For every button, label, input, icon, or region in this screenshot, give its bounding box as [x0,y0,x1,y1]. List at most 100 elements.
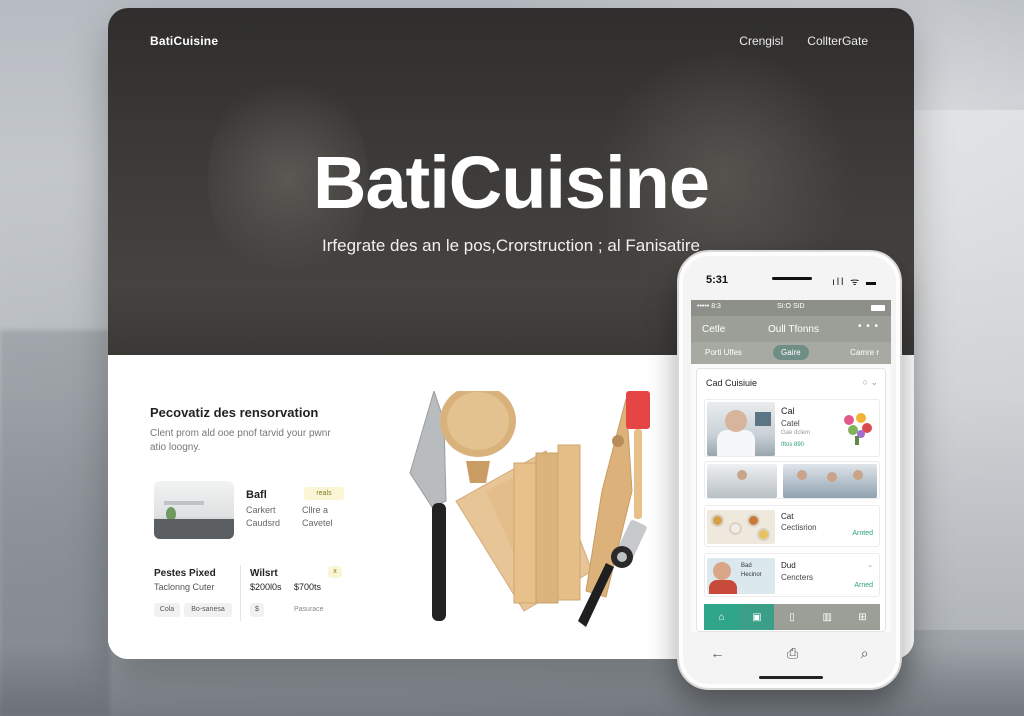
phone-nav-bar: ← ⎙ ⌕ [679,636,900,670]
hero-title: BatiCuisine [312,141,710,224]
feature-text: Cavetel [302,518,333,528]
price-title: Pestes Pixed [154,568,216,579]
chip-button[interactable]: Bo-sanesa [184,603,232,617]
list-item[interactable] [704,461,880,499]
item-status: Iftos 890 [781,442,805,448]
back-icon[interactable]: ← [710,645,724,661]
phone-status-bar: 5:31 ıll ᯤ ▬ [679,252,900,300]
photo-caption: Bad Hecinor [741,562,762,580]
person-photo: Bad Hecinor [707,558,775,594]
photo-shape [755,412,771,426]
item-meta: Gae dclem [781,430,811,436]
phone-time: 5:31 [706,274,729,286]
search-icon[interactable]: ⌕ [861,645,869,662]
nav-link-2[interactable]: CollterGate [807,34,868,48]
chef-photo [707,402,775,456]
list-item[interactable]: Cal Catel Gae dclem Iftos 890 [704,399,880,457]
kitchen-thumbnail [154,481,234,539]
photo-shape [725,410,747,432]
photo-shape [717,430,755,456]
wooden-spatulas-icon [513,398,633,604]
section-title: Pecovatiz des rensorvation [150,405,319,420]
home-icon[interactable]: ⌂ [704,604,740,630]
item-status: Arnted [852,530,873,537]
more-icon[interactable]: • • • [858,321,879,332]
chip-button[interactable]: Cola [154,603,180,617]
price-block: Pestes Pixed Taclonng Cuter Wilsrt $200l… [154,565,354,645]
divider [240,565,241,621]
app-status-left: ••••• 8:3 [697,303,721,310]
photo-caption-line: Bad [741,563,752,569]
spice-bowl [747,514,760,527]
item-subtitle: Catel [781,419,800,428]
nav-link-1[interactable]: Crengisl [739,34,783,48]
item-title: Cat [781,512,794,521]
spice-bowl [757,528,770,541]
item-title: Cal [781,406,795,416]
top-nav: Crengisl CollterGate [739,34,868,48]
kitchen-photo [707,464,777,498]
app-status-bar: ••••• 8:3 SI:O SID [691,300,891,316]
chip-button[interactable]: $ [250,603,264,617]
photo-shape [827,472,837,482]
signal-wifi-battery-icon: ıll ᯤ ▬ [832,277,878,288]
photo-shape [853,470,863,480]
team-photo [783,464,877,498]
battery-icon [871,305,885,311]
tab-1[interactable]: Porti Ulfes [705,348,742,357]
section-description: Clent prom ald ooe pnof tarvid your pwnr… [150,428,331,453]
spice-bowl [711,514,724,527]
feature-text: Cllre a [302,505,329,515]
item-title: Dud [781,561,796,570]
chip-link[interactable]: Pasurace [294,603,324,617]
gallery-icon[interactable]: ▣ [739,604,775,630]
feature-tag: reals [304,487,344,500]
price-badge: x [328,566,342,578]
price-value-1: $200l0s [250,582,282,592]
panel-dropdown-icon[interactable]: ○ ⌄ [863,377,878,388]
photo-shape [713,562,731,580]
app-status-mid: SI:O SID [777,303,805,310]
smartphone-mockup: 5:31 ıll ᯤ ▬ ••••• 8:3 SI:O SID Cetle Ou… [677,250,902,690]
tab-2-active[interactable]: Gaire [773,345,809,360]
tab-3[interactable]: Camre r [850,348,879,357]
spice-bowl [729,522,742,535]
content-panel: Cad Cuisiuie ○ ⌄ Cal Catel Gae dclem Ift… [696,368,886,632]
bottom-tab-bar: ⌂ ▣ ▯ ▥ ⊞ [704,604,880,630]
feature-text: Carkert [246,505,276,515]
apps-icon[interactable]: ⊞ [845,604,880,630]
photo-shape [709,580,737,594]
list-item[interactable]: Cat Cectisrion Arnted [704,505,880,547]
flowers-icon [844,413,872,445]
price-value-2: $700ts [294,582,322,592]
photo-shape [737,470,747,480]
document-icon[interactable]: ▯ [774,604,809,630]
phone-screen: ••••• 8:3 SI:O SID Cetle Oull Tfonns • •… [691,300,891,632]
phone-speaker [772,277,812,280]
app-tabs: Porti Ulfes Gaire Camre r [691,342,891,364]
spices-photo [707,510,775,544]
grid-icon[interactable]: ▥ [810,604,845,630]
item-status: Arned [854,582,873,589]
price-subtitle: Taclonng Cuter [154,582,215,592]
feature-text: Caudsrd [246,518,281,528]
home-indicator[interactable] [759,676,823,679]
item-subtitle: Cencters [781,573,814,582]
kitchen-shelf [164,501,204,505]
app-title: Cetle [702,324,726,335]
app-header-center: Oull Tfonns [768,324,819,335]
site-logo[interactable]: BatiCuisine [150,34,218,48]
item-subtitle: Cectisrion [781,523,817,532]
chevron-down-icon[interactable]: ⌄ [867,561,873,569]
kitchen-counter [154,519,234,539]
app-header: Cetle Oull Tfonns • • • [691,316,891,342]
share-icon[interactable]: ⎙ [787,645,798,662]
panel-title: Cad Cuisiuie [706,378,758,388]
photo-caption-line: Hecinor [741,572,762,578]
feature-title: Bafl [246,489,267,501]
photo-shape [797,470,807,480]
list-item[interactable]: Bad Hecinor Dud Cencters ⌄ Arned [704,553,880,597]
price-label: Wilsrt [250,568,278,579]
kitchen-utensils-image [409,391,650,627]
wooden-bowl-icon [440,391,516,483]
